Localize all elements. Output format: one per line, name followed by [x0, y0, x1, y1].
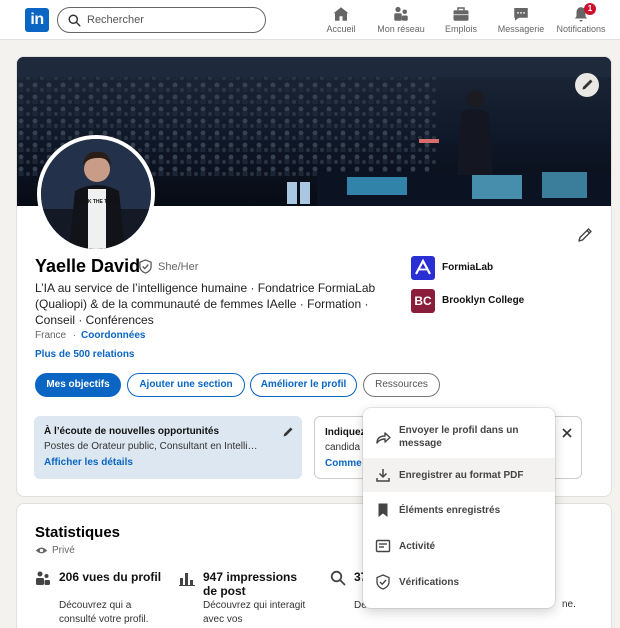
- linkedin-logo-icon[interactable]: in: [25, 8, 49, 32]
- improve-profile-button[interactable]: Améliorer le profil: [250, 373, 357, 397]
- brooklyn-college-logo-icon: BC: [411, 289, 435, 313]
- my-goals-button[interactable]: Mes objectifs: [35, 373, 121, 397]
- privacy-indicator: Privé: [35, 545, 75, 556]
- profile-name: Yaelle David: [35, 256, 141, 276]
- download-icon: [376, 469, 390, 482]
- connections-link[interactable]: Plus de 500 relations: [35, 349, 135, 360]
- menu-item-verifications[interactable]: Vérifications: [363, 565, 555, 599]
- org-name: Brooklyn College: [442, 295, 525, 306]
- nav-messaging-label: Messagerie: [497, 24, 545, 34]
- nav-network-label: Mon réseau: [377, 24, 425, 34]
- nav-jobs[interactable]: Emplois: [443, 5, 479, 37]
- menu-item-label: Vérifications: [399, 577, 460, 588]
- stat-description-tail: ne.: [562, 599, 576, 610]
- open-to-work-card[interactable]: À l’écoute de nouvelles opportunités Pos…: [34, 416, 302, 479]
- open-to-work-title: À l’écoute de nouvelles opportunités: [44, 426, 220, 437]
- profile-pronouns: She/Her: [158, 261, 199, 273]
- org-name: FormiaLab: [442, 262, 494, 273]
- shield-check-icon: [376, 574, 390, 590]
- search-icon: [330, 570, 346, 586]
- home-icon: [326, 5, 356, 23]
- hiring-card-link[interactable]: Comme: [325, 458, 362, 469]
- nav-messaging[interactable]: Messagerie: [495, 5, 547, 37]
- nav-network[interactable]: Mon réseau: [376, 5, 426, 37]
- privacy-label: Privé: [52, 545, 75, 556]
- stat-value: 206 vues du profil: [59, 570, 162, 584]
- bar-chart-icon: [179, 573, 195, 586]
- close-icon[interactable]: [561, 427, 573, 439]
- profile-headline: L’IA au service de l’intelligence humain…: [35, 281, 376, 328]
- profile-location-line: France · Coordonnées: [35, 330, 145, 341]
- contact-info-link[interactable]: Coordonnées: [81, 330, 145, 341]
- nav-home-label: Accueil: [326, 24, 356, 34]
- search-icon: [68, 14, 81, 27]
- stat-value: 947 impressions de post: [203, 570, 298, 598]
- edit-intro-button[interactable]: [577, 227, 593, 248]
- menu-item-send-profile[interactable]: Envoyer le profil dans un message: [363, 418, 555, 458]
- nav-notifications[interactable]: 1 Notifications: [553, 3, 609, 37]
- resources-button[interactable]: Ressources: [363, 373, 440, 397]
- hiring-card-title: Indiquez: [325, 427, 366, 438]
- stat-description: Découvrez qui a consulté votre profil.: [59, 600, 149, 625]
- menu-item-save-pdf[interactable]: Enregistrer au format PDF: [363, 458, 555, 492]
- avatar-shirt-text: WALK THE TALK: [77, 199, 118, 205]
- nav-jobs-label: Emplois: [444, 24, 477, 34]
- nav-home[interactable]: Accueil: [326, 5, 356, 37]
- search-input[interactable]: [87, 11, 257, 29]
- resources-dropdown-menu: Envoyer le profil dans un message Enregi…: [363, 408, 555, 608]
- people-icon: [36, 571, 50, 585]
- profile-photo-image: WALK THE TALK: [41, 139, 151, 249]
- messaging-icon: [495, 5, 547, 23]
- pencil-icon[interactable]: [282, 426, 294, 438]
- activity-icon: [375, 539, 391, 553]
- briefcase-icon: [443, 5, 479, 23]
- bookmark-icon: [378, 503, 388, 517]
- menu-item-label: Envoyer le profil dans un message: [399, 425, 519, 449]
- edit-banner-button[interactable]: [575, 73, 599, 97]
- profile-photo[interactable]: WALK THE TALK: [37, 135, 155, 253]
- formialab-logo-icon: [411, 256, 435, 280]
- analytics-title: Statistiques: [35, 524, 121, 541]
- search-box[interactable]: [57, 7, 266, 33]
- menu-item-saved-items[interactable]: Éléments enregistrés: [363, 493, 555, 527]
- profile-location: France: [35, 330, 67, 341]
- separator: ·: [72, 330, 77, 341]
- pencil-icon: [582, 79, 593, 90]
- menu-item-label: Éléments enregistrés: [399, 505, 501, 516]
- notification-badge: 1: [584, 3, 596, 15]
- pencil-icon: [578, 228, 592, 242]
- top-navigation-bar: in Accueil Mon réseau: [0, 0, 620, 40]
- add-section-button[interactable]: Ajouter une section: [127, 373, 245, 397]
- bell-icon: 1: [553, 3, 609, 23]
- share-icon: [376, 432, 391, 444]
- nav-notifications-label: Notifications: [556, 24, 606, 34]
- stat-description: Découvrez qui interagit avec vos: [203, 600, 306, 625]
- menu-item-activity[interactable]: Activité: [363, 529, 555, 563]
- menu-item-label: Activité: [399, 541, 436, 552]
- menu-item-label: Enregistrer au format PDF: [399, 470, 524, 481]
- verified-shield-icon[interactable]: [138, 259, 153, 274]
- open-to-work-details: Postes de Orateur public, Consultant en …: [44, 441, 258, 452]
- eye-icon: [35, 547, 48, 554]
- network-icon: [376, 5, 426, 23]
- show-details-link[interactable]: Afficher les détails: [44, 457, 133, 468]
- hiring-card-desc: candida: [325, 442, 361, 453]
